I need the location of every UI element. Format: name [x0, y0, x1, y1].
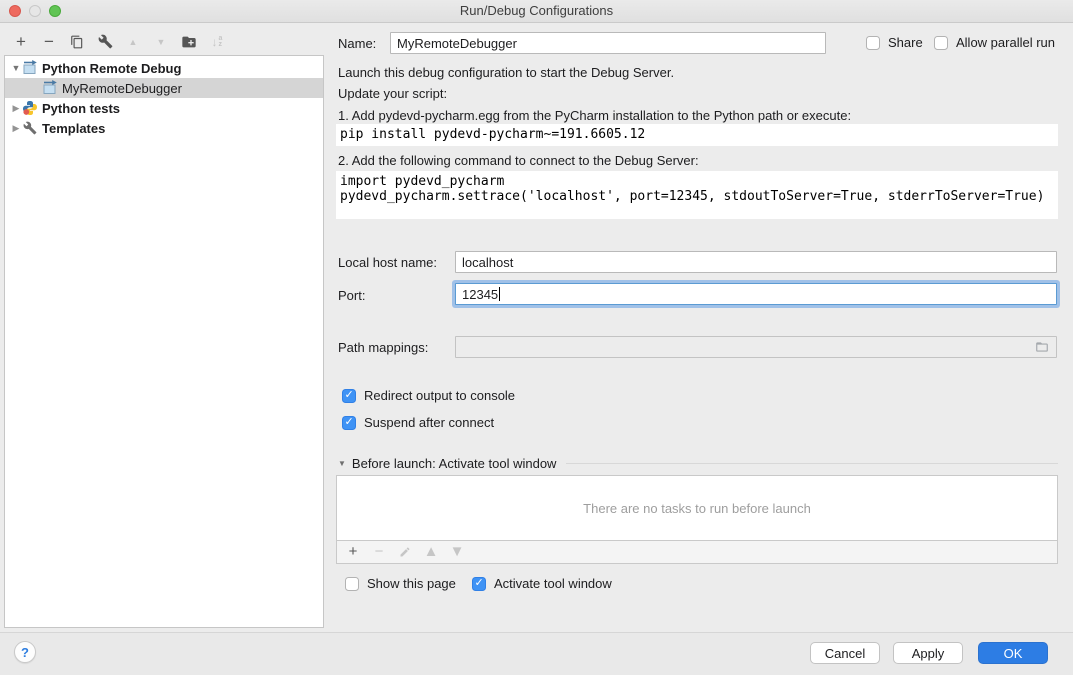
tree-item-label: Python tests [42, 101, 120, 116]
sort-alphabetically-icon[interactable]: ↓az [209, 34, 225, 50]
local-host-input[interactable] [455, 251, 1057, 273]
port-input[interactable]: 12345 [455, 283, 1057, 305]
update-script-text: Update your script: [338, 86, 447, 101]
redirect-output-checkbox[interactable]: Redirect output to console [342, 388, 515, 403]
remove-task-icon[interactable]: − [371, 544, 387, 560]
tree-item-templates[interactable]: ▶ Templates [5, 118, 323, 138]
step2-text: 2. Add the following command to connect … [338, 153, 699, 168]
remote-debug-icon [22, 60, 38, 76]
settrace-code-line2: pydevd_pycharm.settrace('localhost', por… [340, 189, 1044, 204]
help-button[interactable]: ? [14, 641, 36, 663]
suspend-after-connect-checkbox[interactable]: Suspend after connect [342, 415, 494, 430]
redirect-output-checkbox-box[interactable] [342, 389, 356, 403]
move-down-icon[interactable]: ▼ [153, 34, 169, 50]
activate-tool-window-checkbox-label: Activate tool window [494, 576, 612, 591]
tree-item-python-tests[interactable]: ▶ Python tests [5, 98, 323, 118]
port-label: Port: [338, 288, 365, 303]
name-input[interactable] [390, 32, 826, 54]
cancel-button[interactable]: Cancel [810, 642, 880, 664]
path-mappings-input[interactable] [455, 336, 1057, 358]
allow-parallel-run-checkbox-label: Allow parallel run [956, 35, 1055, 50]
show-this-page-checkbox-box[interactable] [345, 577, 359, 591]
apply-button[interactable]: Apply [893, 642, 963, 664]
share-checkbox-box[interactable] [866, 36, 880, 50]
allow-parallel-run-checkbox-box[interactable] [934, 36, 948, 50]
tree-item-label: MyRemoteDebugger [62, 81, 182, 96]
remote-debug-icon [42, 80, 58, 96]
browse-folder-icon[interactable] [1034, 340, 1050, 357]
chevron-collapsed-icon[interactable]: ▶ [11, 103, 21, 114]
show-this-page-checkbox[interactable]: Show this page [345, 576, 456, 591]
share-checkbox-label: Share [888, 35, 923, 50]
text-caret [499, 287, 500, 301]
templates-wrench-icon [22, 120, 38, 136]
redirect-output-checkbox-label: Redirect output to console [364, 388, 515, 403]
tree-item-myremotedebugger[interactable]: MyRemoteDebugger [5, 78, 323, 98]
add-task-icon[interactable]: + [345, 544, 361, 560]
tree-item-python-remote-debug[interactable]: ▼ Python Remote Debug [5, 58, 323, 78]
remove-icon[interactable]: − [41, 34, 57, 50]
dialog-footer: ? Cancel Apply OK [0, 632, 1073, 675]
tree-item-label: Templates [42, 121, 105, 136]
window-title: Run/Debug Configurations [0, 3, 1073, 18]
copy-icon[interactable] [69, 34, 85, 50]
before-launch-header[interactable]: ▼ Before launch: Activate tool window [338, 456, 1058, 471]
move-task-down-icon[interactable]: ▼ [449, 544, 465, 560]
intro-text: Launch this debug configuration to start… [338, 65, 674, 80]
pip-install-code: pip install pydevd-pycharm~=191.6605.12 [336, 124, 1058, 146]
configurations-tree: ▼ Python Remote Debug MyRemoteDebugger ▶ [4, 55, 324, 628]
move-up-icon[interactable]: ▲ [125, 34, 141, 50]
settrace-code-line1: import pydevd_pycharm [340, 174, 504, 189]
show-this-page-checkbox-label: Show this page [367, 576, 456, 591]
add-icon[interactable]: + [13, 34, 29, 50]
chevron-expanded-icon[interactable]: ▼ [338, 459, 346, 468]
suspend-after-connect-checkbox-box[interactable] [342, 416, 356, 430]
before-launch-title: Before launch: Activate tool window [352, 456, 557, 471]
move-task-up-icon[interactable]: ▲ [423, 544, 439, 560]
task-list-toolbar: + − ▲ ▼ [336, 540, 1058, 564]
empty-task-list-text: There are no tasks to run before launch [583, 501, 811, 516]
name-label: Name: [338, 36, 376, 51]
chevron-expanded-icon[interactable]: ▼ [11, 63, 21, 73]
settrace-code: import pydevd_pycharm pydevd_pycharm.set… [336, 171, 1058, 219]
titlebar: Run/Debug Configurations [0, 0, 1073, 23]
suspend-after-connect-checkbox-label: Suspend after connect [364, 415, 494, 430]
help-question-icon: ? [21, 645, 29, 660]
configurations-toolbar: + − ▲ ▼ ↓az [13, 28, 225, 55]
edit-task-pencil-icon[interactable] [397, 544, 413, 560]
allow-parallel-run-checkbox[interactable]: Allow parallel run [934, 35, 1055, 50]
port-value: 12345 [462, 287, 498, 302]
activate-tool-window-checkbox-box[interactable] [472, 577, 486, 591]
step1-text: 1. Add pydevd-pycharm.egg from the PyCha… [338, 108, 851, 123]
local-host-label: Local host name: [338, 255, 437, 270]
section-divider [566, 463, 1058, 464]
activate-tool-window-checkbox[interactable]: Activate tool window [472, 576, 612, 591]
chevron-collapsed-icon[interactable]: ▶ [11, 123, 21, 134]
tree-item-label: Python Remote Debug [42, 61, 181, 76]
python-tests-icon [22, 100, 38, 116]
new-folder-icon[interactable] [181, 34, 197, 50]
path-mappings-label: Path mappings: [338, 340, 428, 355]
before-launch-task-list[interactable]: There are no tasks to run before launch [336, 475, 1058, 541]
edit-templates-wrench-icon[interactable] [97, 34, 113, 50]
ok-button[interactable]: OK [978, 642, 1048, 664]
share-checkbox[interactable]: Share [866, 35, 923, 50]
